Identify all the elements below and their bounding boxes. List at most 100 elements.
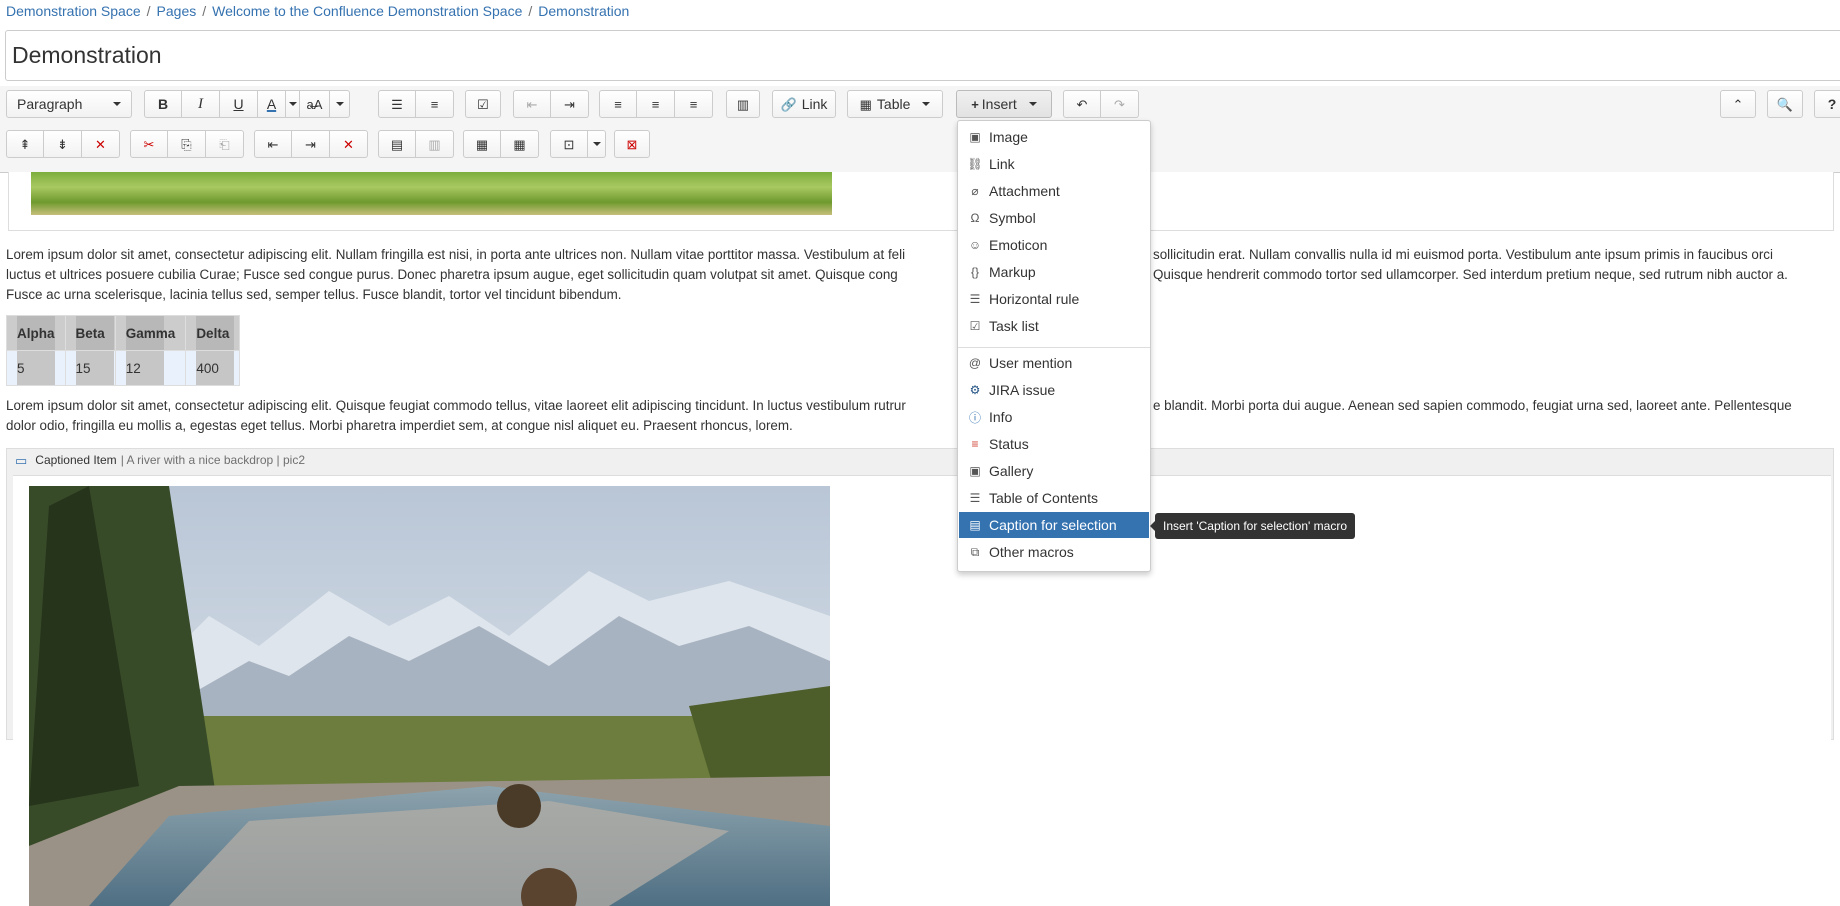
menu-item-gallery[interactable]: ▣ Gallery — [959, 458, 1149, 484]
align-center-button[interactable]: ≡ — [637, 90, 675, 118]
link-button[interactable]: 🔗 Link — [772, 90, 836, 118]
menu-item-user-mention[interactable]: @ User mention — [959, 350, 1149, 376]
header-column-button[interactable]: ▥ — [416, 130, 454, 158]
merge-cells-button[interactable]: ▦ — [463, 130, 501, 158]
text-format-group: B I U A a̶A — [144, 90, 350, 118]
editor-content[interactable]: Lorem ipsum dolor sit amet, consectetur … — [0, 172, 1840, 906]
delete-table-button[interactable]: ⊠ — [614, 130, 650, 158]
numbered-list-button[interactable]: ≡ — [416, 90, 454, 118]
history-group: ↶ ↷ — [1063, 90, 1139, 118]
underline-button[interactable]: U — [220, 90, 258, 118]
caption-macro[interactable]: ▭ Captioned Item | A river with a nice b… — [6, 448, 1834, 906]
table-clipboard-group: ✂ ⎘ ⎗ — [130, 130, 244, 158]
copy-row-button[interactable]: ⎘ — [168, 130, 206, 158]
split-cells-button[interactable]: ▦ — [501, 130, 539, 158]
bold-button[interactable]: B — [144, 90, 182, 118]
menu-item-link[interactable]: ⛓ Link — [959, 151, 1149, 177]
text-color-button[interactable]: A — [258, 90, 286, 118]
table-layout-group: ⊡ — [550, 130, 606, 158]
table-header-cell[interactable]: Beta — [64, 315, 116, 351]
bullet-list-button[interactable]: ☰ — [378, 90, 416, 118]
delete-column-button[interactable]: ✕ — [330, 130, 368, 158]
breadcrumb-space[interactable]: Demonstration Space — [6, 3, 141, 19]
menu-item-horizontal-rule[interactable]: ☰ Horizontal rule — [959, 286, 1149, 312]
table-cell[interactable]: 12 — [114, 350, 187, 386]
menu-item-attachment[interactable]: ⌀ Attachment — [959, 178, 1149, 204]
table-header-cell[interactable]: Delta — [185, 315, 241, 351]
menu-item-label: Image — [989, 129, 1028, 145]
table-layout-dropdown[interactable] — [588, 130, 606, 158]
italic-button[interactable]: I — [182, 90, 220, 118]
redo-button[interactable]: ↷ — [1101, 90, 1139, 118]
menu-item-emoticon[interactable]: ☺ Emoticon — [959, 232, 1149, 258]
table-cell[interactable]: 400 — [185, 350, 241, 386]
table-cell[interactable]: 15 — [64, 350, 116, 386]
paragraph-2: Lorem ipsum dolor sit amet, consectetur … — [6, 396, 1832, 436]
menu-item-label: Table of Contents — [989, 490, 1098, 506]
braces-icon: {} — [970, 265, 979, 279]
align-right-button[interactable]: ≡ — [675, 90, 713, 118]
toc-icon: ☰ — [969, 491, 981, 505]
table-header-cell[interactable]: Alpha — [6, 315, 66, 351]
insert-column-before-button[interactable]: ⇤ — [254, 130, 292, 158]
menu-item-symbol[interactable]: Ω Symbol — [959, 205, 1149, 231]
page-title-field[interactable]: Demonstration — [5, 30, 1840, 81]
collapse-toolbar-button[interactable]: ⌃ — [1720, 90, 1756, 118]
formatting-icon: a̶A — [306, 96, 323, 112]
help-button[interactable]: ? — [1814, 90, 1840, 118]
table-button[interactable]: ▦ Table — [847, 90, 943, 118]
more-formatting-button[interactable]: a̶A — [300, 90, 330, 118]
plus-icon: + — [971, 96, 979, 112]
paragraph-1-line-2-end: Quisque hendrerit commodo tortor sed ull… — [1153, 267, 1788, 282]
table-button-label: Table — [876, 96, 911, 112]
breadcrumb-separator: / — [528, 3, 533, 19]
table-layout-button[interactable]: ⊡ — [550, 130, 588, 158]
menu-item-markup[interactable]: {} Markup — [959, 259, 1149, 285]
table-icon: ▦ — [859, 96, 872, 112]
table-header-cell[interactable]: Gamma — [114, 315, 187, 351]
river-photo[interactable] — [29, 486, 830, 906]
outdent-button[interactable]: ⇤ — [513, 90, 551, 118]
undo-button[interactable]: ↶ — [1063, 90, 1101, 118]
menu-item-image[interactable]: ▣ Image — [959, 124, 1149, 150]
delete-row-button[interactable]: ✕ — [82, 130, 120, 158]
breadcrumb-current[interactable]: Demonstration — [538, 3, 629, 19]
menu-divider — [958, 347, 1150, 348]
link-button-label: Link — [801, 96, 828, 112]
grass-image[interactable] — [31, 172, 832, 215]
breadcrumb-pages[interactable]: Pages — [157, 3, 197, 19]
merge-cells-icon: ▦ — [475, 136, 489, 152]
menu-item-status[interactable]: ≡ Status — [959, 431, 1149, 457]
align-left-button[interactable]: ≡ — [599, 90, 637, 118]
indent-group: ⇤ ⇥ — [513, 90, 589, 118]
paste-row-button[interactable]: ⎗ — [206, 130, 244, 158]
menu-item-info[interactable]: ⓘ Info — [959, 404, 1149, 430]
text-color-dropdown[interactable] — [286, 90, 300, 118]
task-list-button[interactable]: ☑ — [465, 90, 501, 118]
cut-row-button[interactable]: ✂ — [130, 130, 168, 158]
insert-row-after-button[interactable]: ⇟ — [44, 130, 82, 158]
menu-item-task-list[interactable]: ☑ Task list — [959, 313, 1149, 339]
menu-item-table-of-contents[interactable]: ☰ Table of Contents — [959, 485, 1149, 511]
macro-name: Captioned Item — [35, 453, 117, 467]
header-row-button[interactable]: ▤ — [378, 130, 416, 158]
insert-button[interactable]: + Insert — [956, 90, 1052, 118]
breadcrumb-welcome[interactable]: Welcome to the Confluence Demonstration … — [212, 3, 522, 19]
paragraph-style-dropdown[interactable]: Paragraph — [6, 90, 132, 118]
more-formatting-dropdown[interactable] — [330, 90, 350, 118]
align-center-icon: ≡ — [651, 96, 660, 112]
data-table[interactable]: Alpha Beta Gamma Delta 5 15 12 400 — [6, 315, 241, 386]
at-icon: @ — [968, 356, 982, 370]
row-above-icon: ⇞ — [19, 136, 31, 152]
insert-column-after-button[interactable]: ⇥ — [292, 130, 330, 158]
table-merge-group: ▦ ▦ — [463, 130, 539, 158]
page-layout-button[interactable]: ▥ — [726, 90, 760, 118]
menu-item-label: Info — [989, 409, 1013, 425]
menu-item-caption-for-selection[interactable]: ▤ Caption for selection — [959, 512, 1149, 538]
find-replace-button[interactable]: 🔍 — [1767, 90, 1803, 118]
indent-button[interactable]: ⇥ — [551, 90, 589, 118]
menu-item-other-macros[interactable]: ⧉ Other macros — [959, 539, 1149, 565]
menu-item-jira-issue[interactable]: ⚙ JIRA issue — [959, 377, 1149, 403]
insert-row-before-button[interactable]: ⇞ — [6, 130, 44, 158]
table-cell[interactable]: 5 — [6, 350, 66, 386]
